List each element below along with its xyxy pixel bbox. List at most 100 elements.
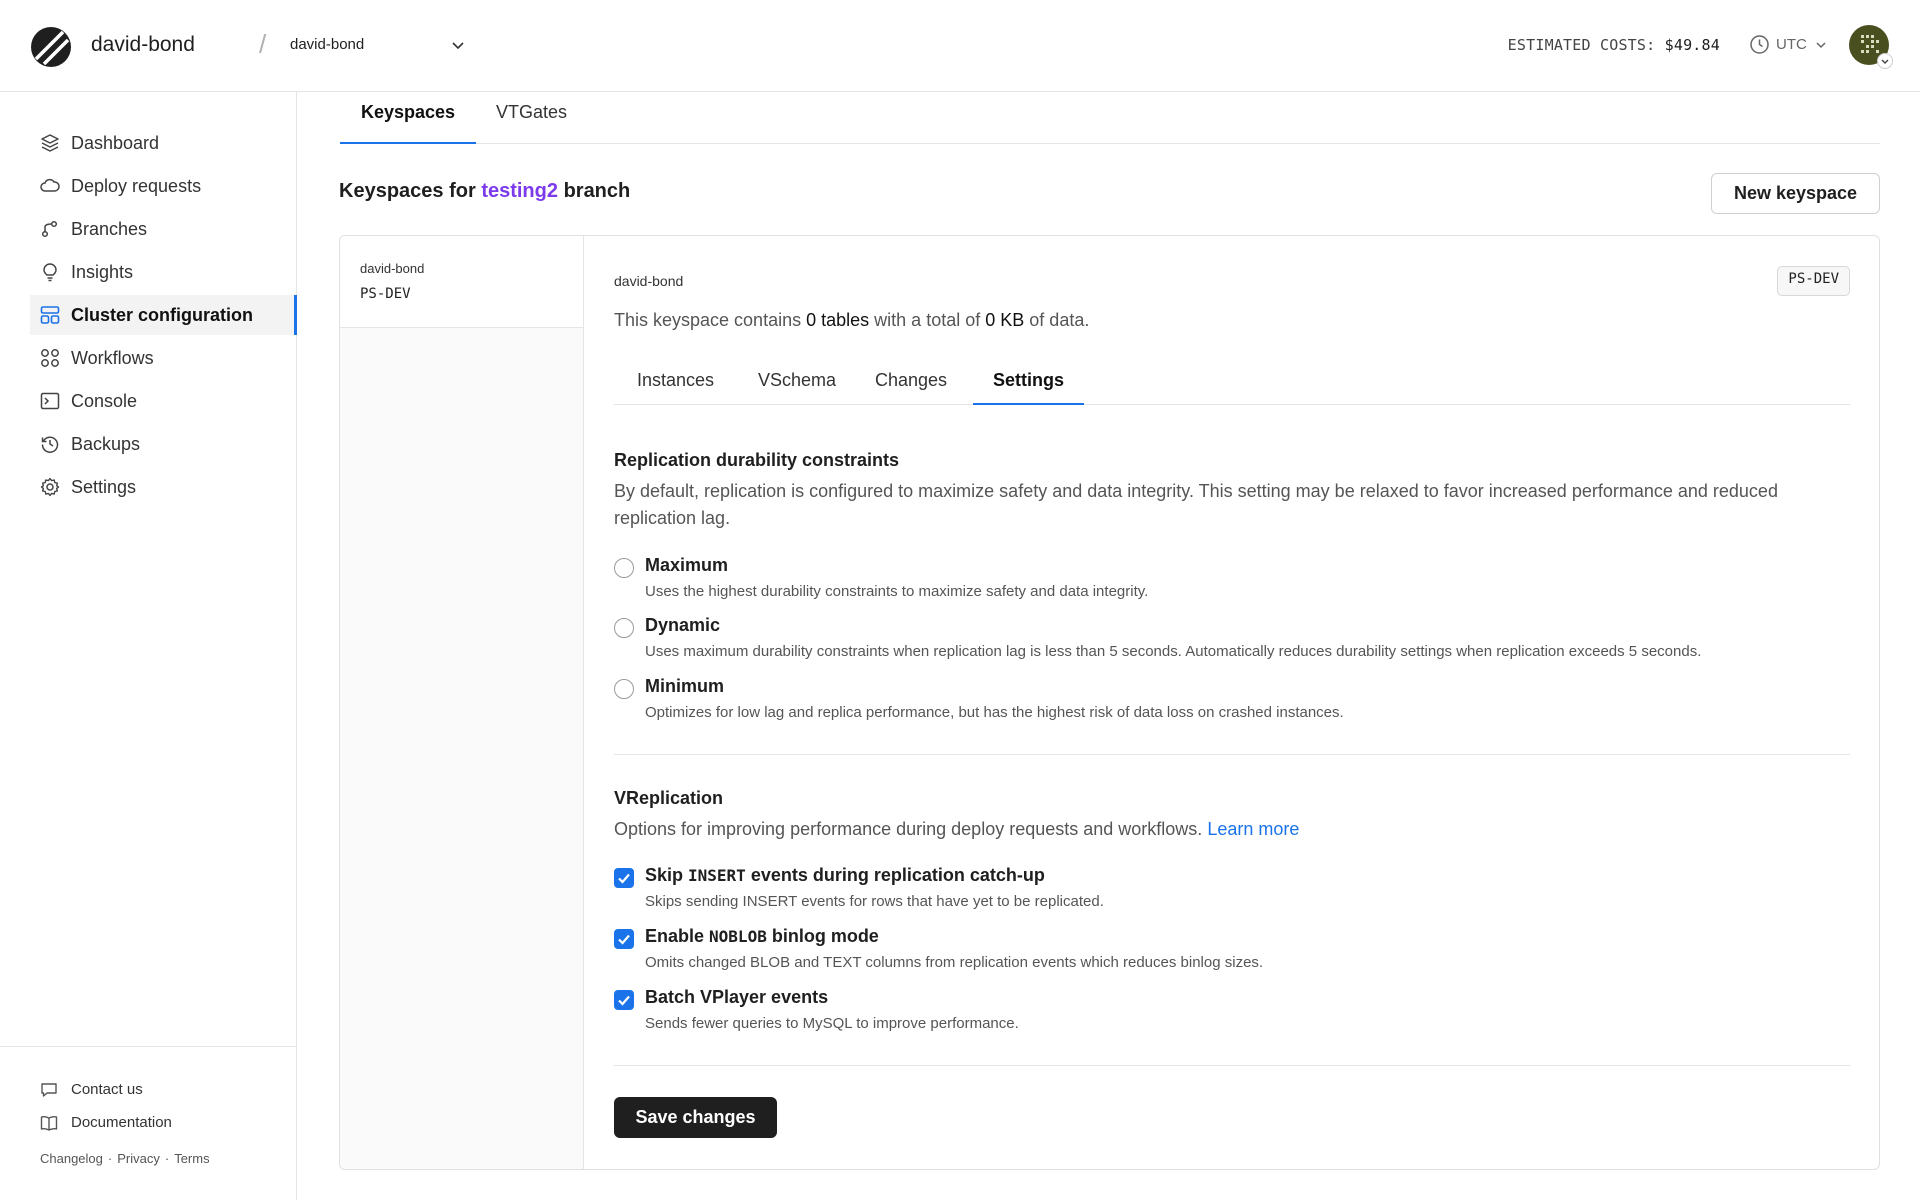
durability-option-maximum: Maximum Uses the highest durability cons…	[614, 555, 1850, 609]
branch-link[interactable]: testing2	[481, 180, 558, 202]
radio-dynamic[interactable]	[614, 618, 634, 638]
avatar-menu-badge[interactable]	[1877, 53, 1893, 69]
chevron-down-icon	[1816, 42, 1826, 49]
option-description: Skips sending INSERT events for rows tha…	[645, 893, 1104, 910]
sidebar-item-label: Settings	[71, 477, 137, 497]
layers-icon	[41, 134, 59, 152]
page-title-suffix: branch	[563, 180, 631, 202]
option-label-text: Skip	[645, 865, 689, 885]
sidebar-item-label: Cluster configuration	[71, 305, 254, 325]
cloud-icon	[40, 178, 60, 192]
vreplication-description: Options for improving performance during…	[614, 819, 1203, 839]
option-label: Maximum	[645, 555, 729, 575]
sidebar-item-label: Insights	[71, 262, 134, 282]
summary-prefix: This keyspace contains	[614, 310, 802, 330]
top-bar: david-bond / david-bond ESTIMATED COSTS:…	[0, 0, 1920, 92]
durability-option-minimum: Minimum Optimizes for low lag and replic…	[614, 676, 1850, 730]
lightbulb-icon	[43, 263, 57, 282]
sidebar-item-deploy-requests[interactable]: Deploy requests	[30, 166, 297, 206]
branch-icon	[41, 220, 58, 238]
keyspace-summary: This keyspace contains 0 tables with a t…	[614, 310, 1089, 331]
sidebar-item-label: Console	[71, 391, 138, 411]
keyspace-detail: david-bond PS-DEV This keyspace contains…	[614, 236, 1850, 1169]
gear-icon	[40, 477, 60, 497]
avatar[interactable]	[1849, 25, 1893, 69]
database-select[interactable]: david-bond	[290, 33, 470, 57]
sidebar-item-workflows[interactable]: Workflows	[30, 338, 297, 378]
estimated-costs: ESTIMATED COSTS: $49.84	[1508, 36, 1720, 54]
save-changes-button[interactable]: Save changes	[614, 1097, 777, 1138]
option-description: Omits changed BLOB and TEXT columns from…	[645, 954, 1264, 971]
checkmark-icon	[618, 873, 630, 884]
durability-title: Replication durability constraints	[614, 450, 900, 470]
main-tabs: Keyspaces VTGates	[340, 92, 1880, 144]
checkbox-skip-insert[interactable]	[614, 868, 634, 888]
sidebar-item-insights[interactable]: Insights	[30, 252, 297, 292]
vreplication-option-batch-vplayer: Batch VPlayer events Sends fewer queries…	[614, 987, 1850, 1041]
tab-changes[interactable]: Changes	[855, 353, 967, 405]
durability-option-dynamic: Dynamic Uses maximum durability constrai…	[614, 615, 1850, 669]
legal-separator: ·	[107, 1151, 113, 1166]
tab-vschema[interactable]: VSchema	[738, 353, 856, 405]
sidebar-item-backups[interactable]: Backups	[30, 424, 297, 464]
learn-more-link[interactable]: Learn more	[1207, 819, 1299, 839]
chat-icon	[41, 1083, 57, 1097]
option-label-text: Enable	[645, 926, 710, 946]
sidebar-item-settings[interactable]: Settings	[30, 467, 297, 507]
vreplication-option-skip-insert: Skip INSERT events during replication ca…	[614, 865, 1850, 919]
tab-settings[interactable]: Settings	[973, 353, 1085, 405]
changelog-link[interactable]: Changelog	[40, 1151, 103, 1166]
cluster-size-badge: PS-DEV	[1777, 266, 1850, 296]
sidebar-item-cluster-configuration[interactable]: Cluster configuration	[30, 295, 297, 335]
option-description: Optimizes for low lag and replica perfor…	[645, 704, 1344, 721]
option-label-code: NOBLOB	[709, 927, 767, 946]
checkbox-batch-vplayer[interactable]	[614, 990, 634, 1010]
database-select-label: david-bond	[290, 36, 365, 53]
sidebar-item-dashboard[interactable]: Dashboard	[30, 123, 297, 163]
keyspace-list-name: david-bond	[360, 261, 425, 276]
chevron-down-icon	[452, 42, 464, 50]
option-label: Minimum	[645, 676, 724, 696]
sidebar-item-label: Workflows	[71, 348, 154, 368]
privacy-link[interactable]: Privacy	[117, 1151, 160, 1166]
page-title-prefix: Keyspaces for	[339, 180, 476, 202]
cluster-icon	[40, 306, 60, 324]
legal-separator: ·	[164, 1151, 170, 1166]
chevron-down-icon	[1881, 59, 1889, 64]
keyspace-list-tag: PS-DEV	[360, 286, 411, 302]
section-divider	[614, 754, 1850, 755]
costs-value: $49.84	[1664, 36, 1720, 54]
terms-link[interactable]: Terms	[174, 1151, 209, 1166]
sidebar-item-label: Dashboard	[71, 133, 160, 153]
option-label-text: Batch VPlayer events	[645, 987, 829, 1007]
workflows-icon	[41, 349, 59, 367]
sidebar: Dashboard Deploy requests Branches Insig…	[0, 92, 297, 1200]
radio-minimum[interactable]	[614, 679, 634, 699]
keyspace-list-item[interactable]: david-bond PS-DEV	[340, 236, 583, 328]
tab-vtgates[interactable]: VTGates	[475, 92, 588, 144]
breadcrumb-separator: /	[259, 29, 267, 59]
vreplication-option-noblob: Enable NOBLOB binlog mode Omits changed …	[614, 926, 1850, 980]
book-icon	[40, 1115, 58, 1131]
sidebar-item-branches[interactable]: Branches	[30, 209, 297, 249]
documentation-label: Documentation	[71, 1114, 172, 1131]
sidebar-item-console[interactable]: Console	[30, 381, 297, 421]
option-label: Dynamic	[645, 615, 721, 635]
terminal-icon	[40, 392, 60, 410]
section-divider	[614, 1065, 1850, 1066]
org-name[interactable]: david-bond	[91, 33, 195, 57]
checkbox-noblob[interactable]	[614, 929, 634, 949]
summary-mid: with a total of	[874, 310, 981, 330]
checkmark-icon	[618, 995, 630, 1006]
tab-instances[interactable]: Instances	[617, 353, 734, 405]
legal-links: Changelog · Privacy · Terms	[40, 1151, 210, 1166]
planetscale-logo-icon[interactable]	[30, 26, 72, 68]
new-keyspace-button[interactable]: New keyspace	[1711, 173, 1880, 214]
option-label: Batch VPlayer events	[645, 987, 828, 1008]
radio-maximum[interactable]	[614, 558, 634, 578]
option-description: Uses maximum durability constraints when…	[645, 643, 1702, 660]
sidebar-item-label: Backups	[71, 434, 141, 454]
contact-us-label: Contact us	[71, 1081, 143, 1098]
option-label: Enable NOBLOB binlog mode	[645, 926, 879, 947]
tab-keyspaces[interactable]: Keyspaces	[340, 92, 477, 144]
